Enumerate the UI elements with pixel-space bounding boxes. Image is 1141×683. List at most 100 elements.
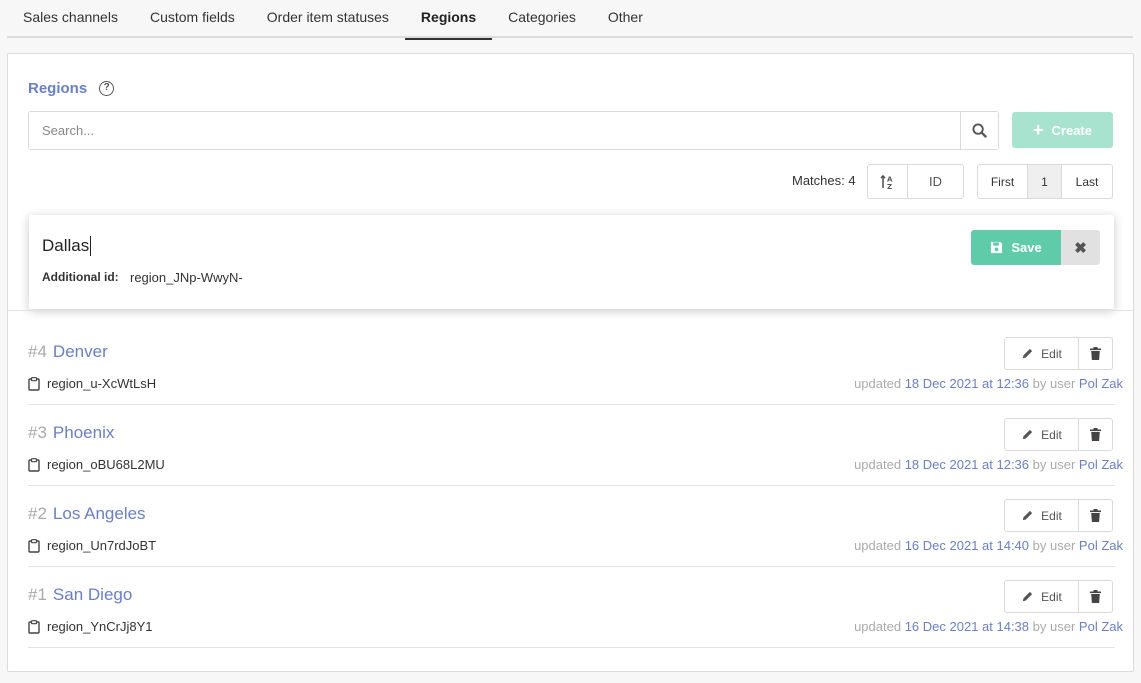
tab-categories[interactable]: Categories	[492, 0, 592, 38]
updated-user-link[interactable]: Pol Zak	[1079, 457, 1123, 472]
pencil-icon	[1023, 429, 1033, 440]
list-item: #2 Los Angeles region_Un7rdJoBT updated 1…	[28, 486, 1123, 567]
search-input[interactable]	[29, 112, 960, 149]
search-icon	[972, 123, 987, 138]
trash-icon	[1090, 590, 1101, 603]
edit-button[interactable]: Edit	[1004, 418, 1079, 451]
region-id-value: region_oBU68L2MU	[47, 457, 165, 472]
sort-control: A Z ID	[867, 164, 964, 199]
updated-date-link[interactable]: 18 Dec 2021 at 12:36	[905, 376, 1029, 391]
region-title[interactable]: #2 Los Angeles	[28, 504, 146, 524]
first-page-button[interactable]: First	[978, 165, 1028, 198]
region-number: #4	[28, 342, 47, 361]
region-name-value: Dallas	[42, 236, 90, 255]
updated-user-link[interactable]: Pol Zak	[1079, 538, 1123, 553]
region-number: #1	[28, 585, 47, 604]
sort-direction-button[interactable]: A Z	[868, 165, 908, 198]
trash-icon	[1090, 509, 1101, 522]
region-name: Denver	[52, 342, 108, 361]
region-name: San Diego	[52, 585, 133, 604]
search-bar	[28, 111, 999, 150]
tab-bar: Sales channels Custom fields Order item …	[7, 0, 1133, 40]
edit-label: Edit	[1041, 589, 1062, 604]
region-name: Phoenix	[52, 423, 115, 442]
edit-button[interactable]: Edit	[1004, 499, 1079, 532]
close-button[interactable]: ✖	[1061, 230, 1100, 265]
edit-button[interactable]: Edit	[1004, 580, 1079, 613]
updated-info: updated 16 Dec 2021 at 14:40 by user Pol…	[854, 538, 1123, 553]
pencil-icon	[1023, 591, 1033, 602]
delete-button[interactable]	[1078, 337, 1113, 370]
clipboard-icon[interactable]	[28, 619, 40, 634]
edit-label: Edit	[1041, 508, 1062, 523]
region-number: #3	[28, 423, 47, 442]
tab-other[interactable]: Other	[592, 0, 659, 38]
clipboard-icon[interactable]	[28, 538, 40, 553]
region-id-value: region_YnCrJj8Y1	[47, 619, 153, 634]
sort-icon: A Z	[879, 174, 893, 190]
delete-button[interactable]	[1078, 418, 1113, 451]
regions-panel: Regions ? + Create Matches: 4 A Z ID Fir…	[7, 53, 1134, 672]
save-button[interactable]: Save	[971, 230, 1061, 265]
updated-user-link[interactable]: Pol Zak	[1079, 376, 1123, 391]
updated-info: updated 16 Dec 2021 at 14:38 by user Pol…	[854, 619, 1123, 634]
clipboard-icon[interactable]	[28, 457, 40, 472]
question-circle-icon[interactable]: ?	[99, 81, 115, 96]
region-id: region_Un7rdJoBT	[28, 538, 156, 553]
last-page-button[interactable]: Last	[1062, 165, 1112, 198]
trash-icon	[1090, 347, 1101, 360]
list-item: #3 Phoenix region_oBU68L2MU updated 18 De…	[28, 405, 1123, 486]
tab-order-item-statuses[interactable]: Order item statuses	[251, 0, 405, 38]
region-name-input[interactable]: Dallas	[42, 236, 92, 256]
svg-text:Z: Z	[887, 183, 892, 190]
create-label: Create	[1051, 122, 1092, 138]
updated-date-link[interactable]: 18 Dec 2021 at 12:36	[905, 457, 1029, 472]
region-number: #2	[28, 504, 47, 523]
region-id: region_oBU68L2MU	[28, 457, 165, 472]
delete-button[interactable]	[1078, 499, 1113, 532]
search-button[interactable]	[960, 112, 998, 149]
pencil-icon	[1023, 510, 1033, 521]
region-id: region_YnCrJj8Y1	[28, 619, 153, 634]
region-id-value: region_Un7rdJoBT	[47, 538, 157, 553]
updated-info: updated 18 Dec 2021 at 12:36 by user Pol…	[854, 457, 1123, 472]
sort-field-button[interactable]: ID	[908, 165, 963, 198]
clipboard-icon[interactable]	[28, 376, 40, 391]
tab-sales-channels[interactable]: Sales channels	[7, 0, 134, 38]
region-id-value: region_u-XcWtLsH	[47, 376, 157, 391]
region-edit-card: Dallas Additional id: region_JNp-WwyN- S…	[29, 215, 1114, 309]
region-title[interactable]: #3 Phoenix	[28, 423, 114, 443]
create-button[interactable]: + Create	[1012, 112, 1113, 148]
pagination: First 1 Last	[977, 164, 1113, 199]
edit-label: Edit	[1041, 346, 1062, 361]
save-label: Save	[1011, 240, 1042, 255]
delete-button[interactable]	[1078, 580, 1113, 613]
floppy-disk-icon	[991, 241, 1003, 254]
close-icon: ✖	[1074, 239, 1087, 257]
list-item: #4 Denver region_u-XcWtLsH updated 18 Dec…	[28, 324, 1123, 405]
pencil-icon	[1023, 348, 1033, 359]
page-number-button[interactable]: 1	[1028, 165, 1062, 198]
updated-info: updated 18 Dec 2021 at 12:36 by user Pol…	[854, 376, 1123, 391]
list-divider	[8, 310, 1133, 311]
tab-regions[interactable]: Regions	[404, 0, 493, 40]
region-name: Los Angeles	[52, 504, 146, 523]
updated-user-link[interactable]: Pol Zak	[1079, 619, 1123, 634]
trash-icon	[1090, 428, 1101, 441]
page-title: Regions	[28, 80, 88, 97]
section-header: Regions ?	[28, 80, 115, 97]
additional-id-label: Additional id:	[42, 270, 119, 284]
list-item: #1 San Diego region_YnCrJj8Y1 updated 16 …	[28, 567, 1123, 648]
region-title[interactable]: #4 Denver	[28, 342, 108, 362]
edit-button[interactable]: Edit	[1004, 337, 1079, 370]
plus-icon: +	[1033, 120, 1044, 140]
updated-date-link[interactable]: 16 Dec 2021 at 14:40	[905, 538, 1029, 553]
region-title[interactable]: #1 San Diego	[28, 585, 132, 605]
regions-list: #4 Denver region_u-XcWtLsH updated 18 Dec…	[28, 324, 1123, 648]
matches-count: Matches: 4	[792, 173, 856, 188]
tab-custom-fields[interactable]: Custom fields	[134, 0, 251, 38]
updated-date-link[interactable]: 16 Dec 2021 at 14:38	[905, 619, 1029, 634]
region-id: region_u-XcWtLsH	[28, 376, 156, 391]
text-caret	[90, 236, 92, 256]
additional-id-value: region_JNp-WwyN-	[130, 270, 243, 285]
